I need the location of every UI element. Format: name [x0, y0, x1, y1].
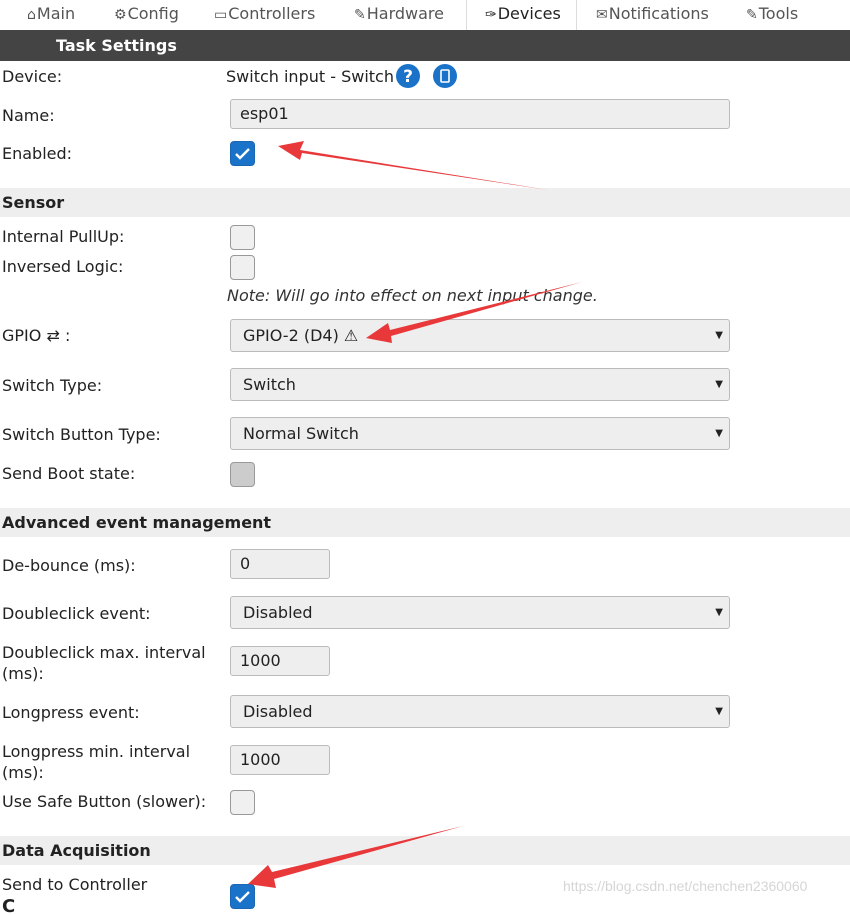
enabled-checkbox[interactable]: [230, 141, 255, 166]
gpio-label: GPIO ⇄ :: [2, 326, 71, 345]
docs-button[interactable]: [433, 64, 457, 88]
tab-controllers[interactable]: ▭Controllers: [214, 0, 315, 30]
gpio-select-value: GPIO-2 (D4) ⚠: [243, 326, 359, 345]
doubleclick-interval-label-line2: (ms):: [2, 664, 44, 683]
section-data-acquisition: Data Acquisition: [0, 836, 850, 865]
sensor-note: Note: Will go into effect on next input …: [227, 286, 598, 305]
longpress-event-select[interactable]: Disabled ▼: [230, 695, 730, 728]
svg-text:?: ?: [403, 67, 413, 87]
help-button[interactable]: ?: [396, 64, 420, 88]
tab-notifications[interactable]: ✉Notifications: [596, 0, 709, 30]
check-icon: [235, 891, 250, 903]
doubleclick-interval-input[interactable]: 1000: [230, 646, 330, 676]
question-icon: ?: [403, 67, 413, 87]
top-nav: ⌂Main ⚙Config ▭Controllers ✎Hardware ✑De…: [0, 0, 850, 31]
name-input[interactable]: esp01: [230, 99, 730, 129]
longpress-interval-label-line2: (ms):: [2, 763, 44, 782]
internal-pullup-label: Internal PullUp:: [2, 227, 125, 246]
dropdown-caret-icon: ▼: [715, 607, 723, 618]
debounce-label: De-bounce (ms):: [2, 556, 136, 575]
enabled-label: Enabled:: [2, 144, 73, 163]
tab-hardware[interactable]: ✎Hardware: [354, 0, 444, 30]
plug-icon: ✑: [485, 7, 497, 23]
page-title: Task Settings: [56, 36, 177, 55]
doubleclick-interval-label-line1: Doubleclick max. interval: [2, 643, 206, 662]
dropdown-caret-icon: ▼: [715, 428, 723, 439]
switch-type-select[interactable]: Switch ▼: [230, 368, 730, 401]
tab-config[interactable]: ⚙Config: [114, 0, 179, 30]
tab-main[interactable]: ⌂Main: [27, 0, 75, 30]
section-advanced-event-management: Advanced event management: [0, 508, 850, 537]
watermark: https://blog.csdn.net/chenchen2360060: [563, 878, 808, 894]
device-label: Device:: [2, 67, 63, 86]
send-to-controller-label: Send to Controller: [2, 875, 148, 894]
doubleclick-event-select-value: Disabled: [243, 603, 313, 622]
pin-icon: ✎: [354, 7, 366, 23]
red-arrow-icon: [278, 141, 548, 190]
switch-button-type-select[interactable]: Normal Switch ▼: [230, 417, 730, 450]
name-label: Name:: [2, 106, 55, 125]
switch-button-type-label: Switch Button Type:: [2, 425, 161, 444]
safe-button-label: Use Safe Button (slower):: [2, 792, 207, 811]
annotation-arrows: [248, 141, 582, 888]
send-boot-state-checkbox[interactable]: [230, 462, 255, 487]
gpio-select[interactable]: GPIO-2 (D4) ⚠ ▼: [230, 319, 730, 352]
send-boot-state-label: Send Boot state:: [2, 464, 136, 483]
controllers-icon: ▭: [214, 7, 228, 23]
document-icon: [440, 69, 450, 83]
internal-pullup-checkbox[interactable]: [230, 225, 255, 250]
cut-off-text: C: [2, 896, 16, 917]
wrench-icon: ✎: [746, 7, 758, 23]
dropdown-caret-icon: ▼: [715, 379, 723, 390]
send-to-controller-checkbox[interactable]: [230, 884, 255, 909]
doubleclick-event-label: Doubleclick event:: [2, 604, 151, 623]
inversed-logic-checkbox[interactable]: [230, 255, 255, 280]
switch-type-select-value: Switch: [243, 375, 296, 394]
tab-tools[interactable]: ✎Tools: [746, 0, 798, 30]
gear-icon: ⚙: [114, 7, 127, 23]
inversed-logic-label: Inversed Logic:: [2, 257, 124, 276]
dropdown-caret-icon: ▼: [715, 706, 723, 717]
home-icon: ⌂: [27, 7, 36, 23]
longpress-interval-label-line1: Longpress min. interval: [2, 742, 191, 761]
switch-button-type-select-value: Normal Switch: [243, 424, 359, 443]
longpress-interval-input[interactable]: 1000: [230, 745, 330, 775]
safe-button-checkbox[interactable]: [230, 790, 255, 815]
section-sensor: Sensor: [0, 188, 850, 217]
dropdown-caret-icon: ▼: [715, 330, 723, 341]
longpress-event-select-value: Disabled: [243, 702, 313, 721]
check-icon: [235, 148, 250, 160]
longpress-event-label: Longpress event:: [2, 703, 140, 722]
switch-type-label: Switch Type:: [2, 376, 103, 395]
task-settings-header: Task Settings: [0, 30, 850, 61]
device-value: Switch input - Switch: [226, 67, 394, 86]
mail-icon: ✉: [596, 7, 608, 23]
tab-devices[interactable]: ✑Devices: [466, 0, 577, 31]
doubleclick-event-select[interactable]: Disabled ▼: [230, 596, 730, 629]
debounce-input[interactable]: 0: [230, 549, 330, 579]
